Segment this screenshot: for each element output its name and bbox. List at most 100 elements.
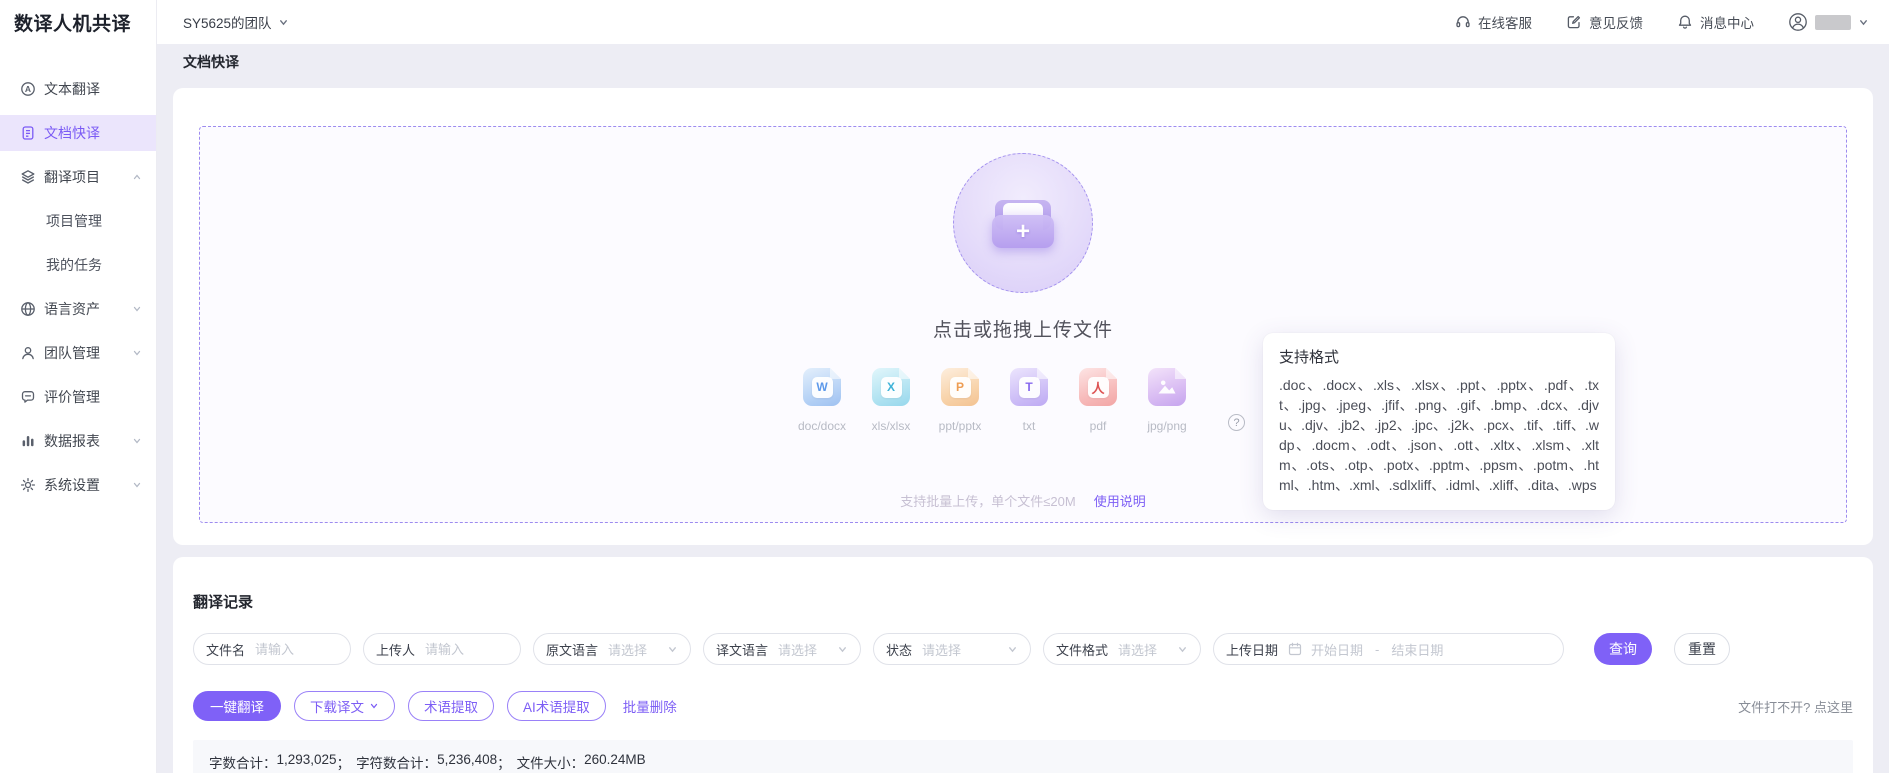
top-menu: 在线客服 意见反馈 — [1455, 12, 1869, 32]
batch-delete-button[interactable]: 批量删除 — [623, 696, 677, 716]
supported-types-row: W doc/docx X xls/xlsx P — [801, 368, 1245, 433]
type-caption: doc/docx — [798, 419, 846, 433]
sidebar-item-label: 评价管理 — [44, 387, 100, 407]
sidebar-item-label: 语言资产 — [44, 299, 100, 319]
sidebar: A 文本翻译 文档快译 — [0, 44, 156, 511]
chevron-down-icon — [1858, 17, 1869, 28]
image-file-icon — [1148, 368, 1186, 406]
sidebar-item-label: 团队管理 — [44, 343, 100, 363]
file-name-input[interactable] — [255, 642, 338, 657]
bell-icon — [1677, 14, 1693, 30]
main-column: SY5625的团队 在线客服 — [157, 0, 1889, 773]
type-img: jpg/png — [1146, 368, 1188, 433]
person-icon — [20, 345, 36, 361]
summary-word-count: 字数合计：1,293,025； — [209, 752, 350, 772]
online-support-button[interactable]: 在线客服 — [1455, 12, 1532, 32]
sidebar-item-system-settings[interactable]: 系统设置 — [0, 467, 156, 503]
actions-row: 一键翻译 下载译文 术语提取 AI术语提取 批量删除 文件打不开? 点这里 — [193, 691, 1853, 721]
sidebar-item-label: 我的任务 — [46, 255, 102, 275]
team-selector[interactable]: SY5625的团队 — [183, 12, 289, 32]
sidebar-item-label: 数据报表 — [44, 431, 100, 451]
filter-file-name[interactable]: 文件名 — [193, 633, 351, 665]
translation-records-card: 翻译记录 文件名 上传人 原文语言 请选择 — [173, 557, 1873, 773]
edit-icon — [1566, 14, 1582, 30]
filter-file-format[interactable]: 文件格式 请选择 — [1043, 633, 1201, 665]
sidebar-item-review-management[interactable]: 评价管理 — [0, 379, 156, 415]
page-title: 文档快译 — [183, 52, 239, 72]
term-extract-button[interactable]: 术语提取 — [408, 691, 494, 721]
calendar-icon — [1288, 642, 1302, 656]
document-icon — [20, 125, 36, 141]
headset-icon — [1455, 14, 1471, 30]
chevron-down-icon[interactable] — [132, 304, 142, 314]
filter-target-language[interactable]: 译文语言 请选择 — [703, 633, 861, 665]
upload-button[interactable]: + — [953, 153, 1093, 293]
uploader-input[interactable] — [425, 642, 508, 657]
left-column: 数译人机共译 A 文本翻译 文档快译 — [0, 0, 157, 773]
summary-row: 字数合计：1,293,025； 字符数合计：5,236,408； 文件大小：26… — [193, 740, 1853, 773]
end-date-placeholder[interactable]: 结束日期 — [1391, 640, 1443, 659]
type-pdf: 人 pdf — [1077, 368, 1119, 433]
file-open-help-link[interactable]: 文件打不开? 点这里 — [1738, 697, 1853, 716]
type-txt: T txt — [1008, 368, 1050, 433]
records-title: 翻译记录 — [193, 591, 1853, 612]
sidebar-item-data-reports[interactable]: 数据报表 — [0, 423, 156, 459]
user-menu[interactable] — [1788, 12, 1869, 32]
chevron-down-icon[interactable] — [132, 480, 142, 490]
type-caption: pdf — [1090, 419, 1107, 433]
avatar-icon — [1788, 12, 1808, 32]
one-click-translate-button[interactable]: 一键翻译 — [193, 691, 281, 721]
comment-icon — [20, 389, 36, 405]
format-help-icon[interactable]: ? — [1228, 414, 1245, 431]
tooltip-body: .doc、.docx、.xls、.xlsx、.ppt、.pptx、.pdf、.t… — [1279, 375, 1599, 495]
start-date-placeholder[interactable]: 开始日期 — [1311, 640, 1363, 659]
sidebar-item-project-management[interactable]: 项目管理 — [0, 203, 156, 239]
sidebar-item-label: 文档快译 — [44, 123, 100, 143]
app-logo: 数译人机共译 — [0, 0, 156, 44]
reset-button[interactable]: 重置 — [1674, 633, 1730, 665]
sidebar-item-label: 文本翻译 — [44, 79, 100, 99]
chevron-down-icon[interactable] — [132, 348, 142, 358]
summary-char-count: 字符数合计：5,236,408； — [356, 752, 511, 772]
filter-status[interactable]: 状态 请选择 — [873, 633, 1031, 665]
text-translate-icon: A — [20, 81, 36, 97]
sidebar-item-doc-quick-translate[interactable]: 文档快译 — [0, 115, 156, 151]
sidebar-item-label: 项目管理 — [46, 211, 102, 231]
filter-uploader[interactable]: 上传人 — [363, 633, 521, 665]
sidebar-item-translate-projects[interactable]: 翻译项目 — [0, 159, 156, 195]
app-window: 数译人机共译 A 文本翻译 文档快译 — [0, 0, 1889, 773]
date-separator: - — [1375, 642, 1379, 657]
filter-source-language[interactable]: 原文语言 请选择 — [533, 633, 691, 665]
upload-card: + 点击或拖拽上传文件 W doc/docx — [173, 88, 1873, 545]
chevron-down-icon[interactable] — [132, 436, 142, 446]
chevron-down-icon — [278, 17, 289, 28]
message-center-button[interactable]: 消息中心 — [1677, 12, 1754, 32]
sidebar-item-label: 系统设置 — [44, 475, 100, 495]
sidebar-item-label: 翻译项目 — [44, 167, 100, 187]
type-doc: W doc/docx — [801, 368, 843, 433]
feedback-button[interactable]: 意见反馈 — [1566, 12, 1643, 32]
chevron-down-icon — [837, 644, 848, 655]
chevron-up-icon[interactable] — [132, 172, 142, 182]
chevron-down-icon — [1177, 644, 1188, 655]
xls-file-icon: X — [872, 368, 910, 406]
layers-icon — [20, 169, 36, 185]
sidebar-item-text-translate[interactable]: A 文本翻译 — [0, 71, 156, 107]
usage-guide-link[interactable]: 使用说明 — [1094, 491, 1146, 510]
supported-formats-tooltip: 支持格式 .doc、.docx、.xls、.xlsx、.ppt、.pptx、.p… — [1263, 333, 1615, 510]
sidebar-item-team-management[interactable]: 团队管理 — [0, 335, 156, 371]
folder-plus-icon: + — [992, 198, 1054, 248]
query-button[interactable]: 查询 — [1594, 633, 1652, 665]
download-translation-button[interactable]: 下载译文 — [294, 691, 395, 721]
plus-icon: + — [1016, 220, 1030, 244]
chevron-down-icon — [667, 644, 678, 655]
txt-file-icon: T — [1010, 368, 1048, 406]
sidebar-item-language-assets[interactable]: 语言资产 — [0, 291, 156, 327]
filter-upload-date[interactable]: 上传日期 开始日期 - 结束日期 — [1213, 633, 1564, 665]
ai-term-extract-button[interactable]: AI术语提取 — [507, 691, 606, 721]
message-center-label: 消息中心 — [1700, 12, 1754, 32]
sidebar-item-my-tasks[interactable]: 我的任务 — [0, 247, 156, 283]
bar-chart-icon — [20, 433, 36, 449]
ppt-file-icon: P — [941, 368, 979, 406]
summary-file-size: 文件大小：260.24MB — [517, 752, 646, 772]
